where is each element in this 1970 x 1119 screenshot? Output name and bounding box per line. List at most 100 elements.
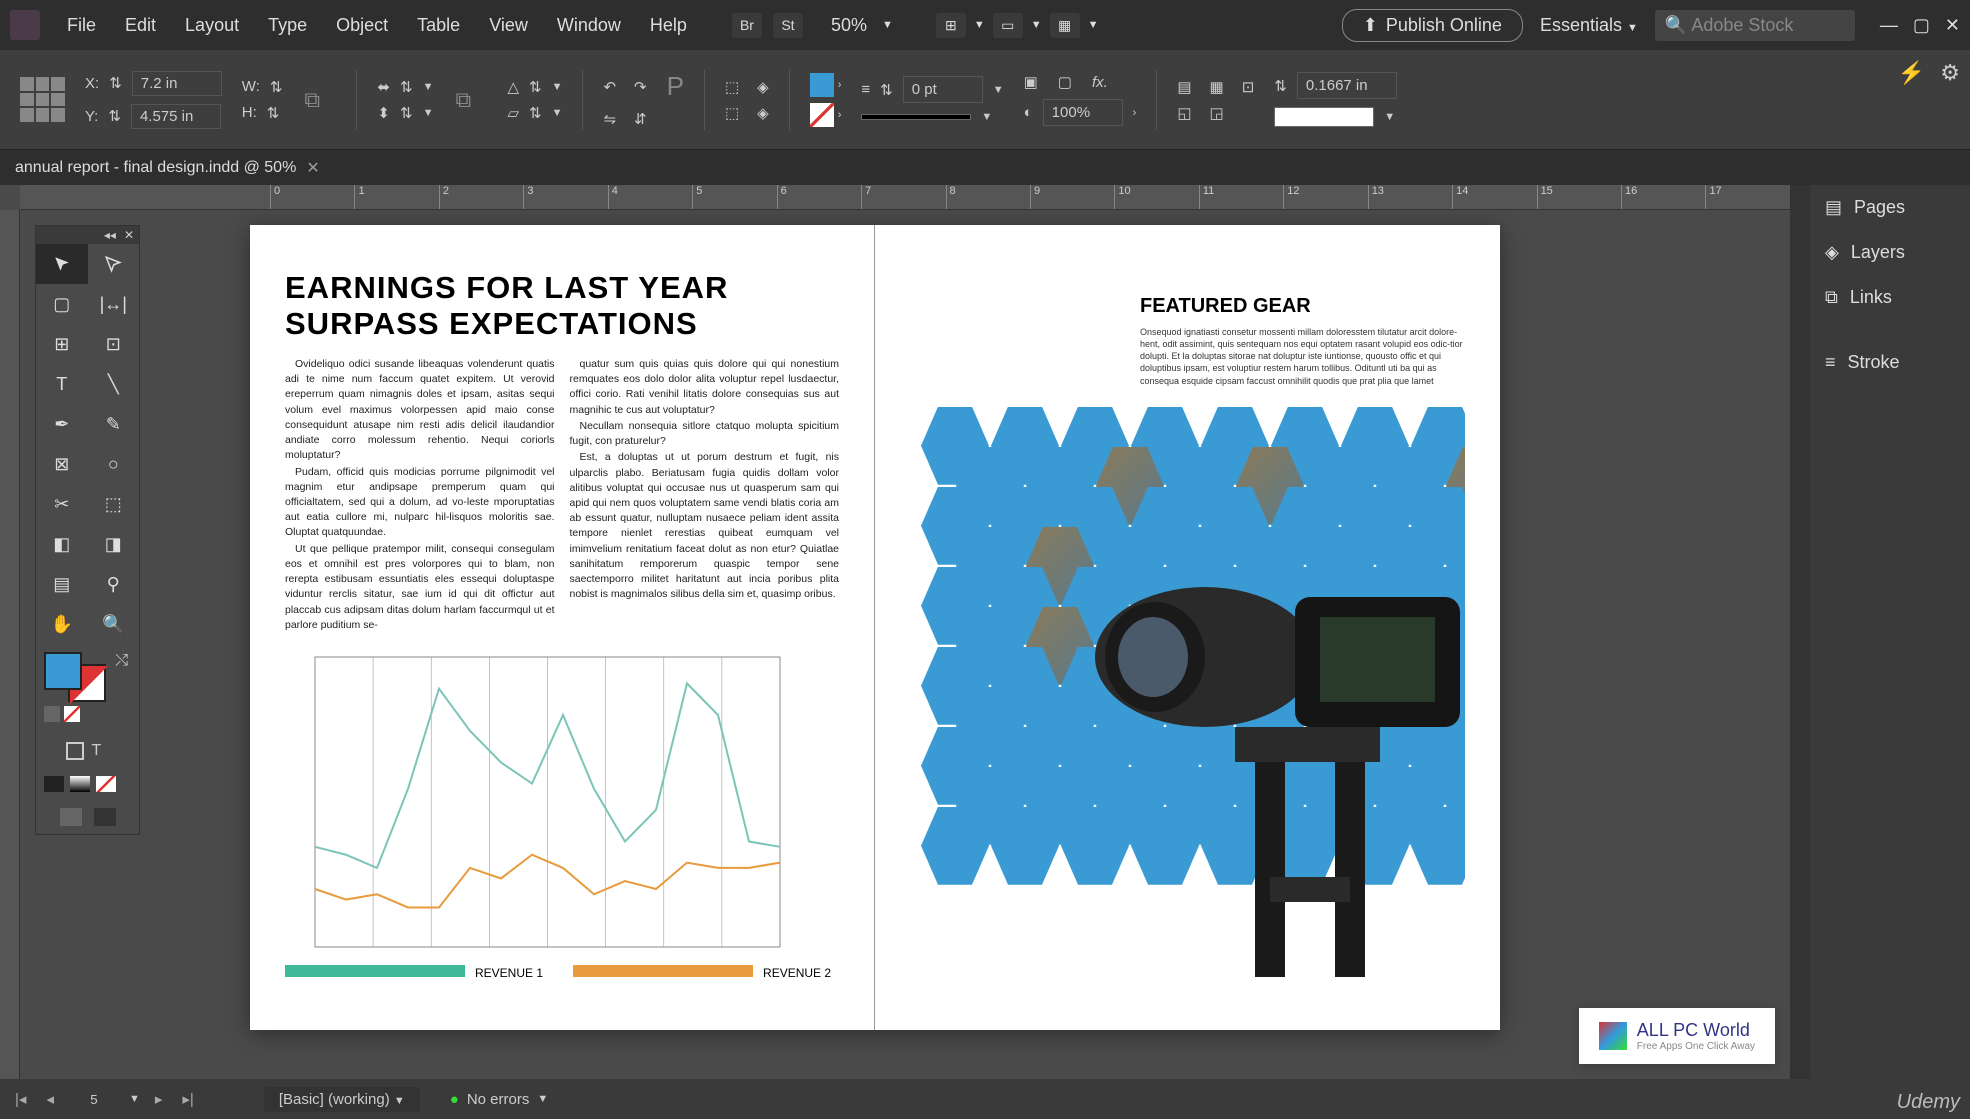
swap-colors-icon[interactable]: ⤭: [115, 652, 128, 670]
flip-h-icon[interactable]: ⇋: [603, 110, 616, 128]
quick-apply-icon[interactable]: ⚡: [1898, 60, 1925, 86]
content-collector-tool[interactable]: ⊞: [36, 324, 88, 364]
vertical-ruler[interactable]: [0, 210, 20, 1079]
frame-fit-icon[interactable]: ▢: [1058, 73, 1072, 91]
apply-none-icon-2[interactable]: [96, 776, 116, 792]
pencil-tool[interactable]: ✎: [88, 404, 140, 444]
corner-shape-select[interactable]: [1274, 107, 1374, 127]
apply-text-icon[interactable]: T: [92, 742, 110, 760]
apply-gradient-icon[interactable]: [70, 776, 90, 792]
stepper-icon[interactable]: ⇅: [1274, 77, 1287, 95]
chevron-right-icon[interactable]: ›: [838, 79, 842, 91]
chevron-down-icon[interactable]: ▼: [1031, 19, 1042, 31]
chevron-right-icon[interactable]: ›: [1133, 107, 1137, 119]
constrain-icon[interactable]: ⧉: [304, 87, 334, 112]
opacity-input[interactable]: [1043, 99, 1123, 126]
stock-icon[interactable]: St: [773, 13, 803, 38]
links-panel[interactable]: ⧉Links: [1810, 275, 1970, 320]
close-icon[interactable]: ✕: [1945, 15, 1960, 36]
layers-panel[interactable]: ◈Layers: [1810, 230, 1970, 275]
stroke-panel[interactable]: ≡Stroke: [1810, 340, 1970, 385]
eyedropper-tool[interactable]: ⚲: [88, 564, 140, 604]
type-tool[interactable]: T: [36, 364, 88, 404]
horizontal-ruler[interactable]: 01234567891011121314151617: [20, 185, 1790, 210]
stepper-icon[interactable]: ⇅: [880, 81, 893, 99]
prev-page-icon[interactable]: ◂: [41, 1090, 59, 1108]
menu-file[interactable]: File: [55, 15, 108, 36]
page-tool[interactable]: ▢: [36, 284, 88, 324]
stock-search[interactable]: 🔍 Adobe Stock: [1655, 10, 1855, 41]
stroke-weight-input[interactable]: [903, 76, 983, 103]
publish-button[interactable]: ⬆Publish Online: [1342, 9, 1523, 42]
menu-view[interactable]: View: [477, 15, 540, 36]
chevron-down-icon[interactable]: ▼: [974, 19, 985, 31]
auto-fit-icon[interactable]: ▣: [1024, 73, 1038, 91]
chevron-down-icon[interactable]: ▼: [129, 1093, 140, 1105]
stepper-icon[interactable]: ⇅: [109, 74, 122, 92]
constrain-scale-icon[interactable]: ⧉: [455, 87, 485, 112]
collapse-icon[interactable]: ◂◂: [104, 228, 116, 242]
direct-selection-tool[interactable]: [88, 244, 140, 284]
stepper-icon[interactable]: ⇅: [267, 104, 280, 122]
screen-mode-icon[interactable]: ▭: [993, 13, 1023, 38]
text-wrap-bound-icon[interactable]: ▦: [1210, 78, 1224, 96]
free-transform-tool[interactable]: ⬚: [88, 484, 140, 524]
pages-panel[interactable]: ▤Pages: [1810, 185, 1970, 230]
gradient-swatch-tool[interactable]: ◧: [36, 524, 88, 564]
zoom-select[interactable]: 50%▼: [831, 15, 893, 36]
flip-v-icon[interactable]: ⇵: [634, 110, 647, 128]
select-content-icon[interactable]: ◈: [757, 78, 769, 96]
zoom-tool[interactable]: 🔍: [88, 604, 140, 644]
stepper-icon[interactable]: ⇅: [529, 104, 542, 122]
last-page-icon[interactable]: ▸|: [177, 1090, 198, 1108]
minimize-icon[interactable]: —: [1880, 15, 1898, 36]
select-container-icon[interactable]: ⬚: [725, 78, 739, 96]
apply-none-icon[interactable]: [44, 776, 64, 792]
ellipse-tool[interactable]: ○: [88, 444, 140, 484]
corner-icon-2[interactable]: ◲: [1210, 104, 1224, 122]
select-next-icon[interactable]: ◈: [757, 104, 769, 122]
chevron-right-icon[interactable]: ›: [838, 109, 842, 121]
corner-icon[interactable]: ◱: [1177, 104, 1191, 122]
settings-icon[interactable]: ⚙: [1940, 60, 1960, 86]
scale-x-icon[interactable]: ⬌: [377, 78, 390, 96]
rotate-cw-icon[interactable]: ↷: [634, 78, 647, 96]
preflight-profile[interactable]: [Basic] (working) ▼: [264, 1087, 420, 1112]
gap-tool[interactable]: |↔|: [88, 284, 140, 324]
stepper-icon[interactable]: ⇅: [400, 104, 413, 122]
menu-type[interactable]: Type: [256, 15, 319, 36]
y-input[interactable]: [131, 104, 221, 129]
pen-tool[interactable]: ✒: [36, 404, 88, 444]
stepper-icon[interactable]: ⇅: [108, 107, 121, 125]
stepper-icon[interactable]: ⇅: [270, 78, 283, 96]
gradient-feather-tool[interactable]: ◨: [88, 524, 140, 564]
scale-y-icon[interactable]: ⬍: [377, 104, 390, 122]
selection-tool[interactable]: [36, 244, 88, 284]
rectangle-frame-tool[interactable]: ⊠: [36, 444, 88, 484]
chevron-down-icon[interactable]: ▼: [1088, 19, 1099, 31]
text-wrap-shape-icon[interactable]: ⊡: [1242, 78, 1255, 96]
preview-mode-icon[interactable]: [94, 808, 116, 826]
stepper-icon[interactable]: ⇅: [400, 78, 413, 96]
menu-layout[interactable]: Layout: [173, 15, 251, 36]
menu-window[interactable]: Window: [545, 15, 633, 36]
corner-radius-input[interactable]: [1297, 72, 1397, 99]
content-placer-tool[interactable]: ⊡: [88, 324, 140, 364]
maximize-icon[interactable]: ▢: [1913, 15, 1930, 36]
rotate-icon[interactable]: △: [507, 78, 519, 96]
apply-color-icon[interactable]: [66, 742, 84, 760]
hand-tool[interactable]: ✋: [36, 604, 88, 644]
default-colors-icon[interactable]: [44, 706, 60, 722]
formatting-container-icon[interactable]: [64, 706, 80, 722]
x-input[interactable]: [132, 71, 222, 96]
note-tool[interactable]: ▤: [36, 564, 88, 604]
scissors-tool[interactable]: ✂: [36, 484, 88, 524]
stroke-style-select[interactable]: [861, 114, 971, 120]
shear-icon[interactable]: ▱: [507, 104, 519, 122]
rotate-ccw-icon[interactable]: ↶: [603, 78, 616, 96]
fill-swatch[interactable]: [810, 73, 834, 97]
next-page-icon[interactable]: ▸: [150, 1090, 168, 1108]
stroke-swatch[interactable]: [810, 103, 834, 127]
arrange-icon[interactable]: ▦: [1050, 13, 1080, 38]
select-prev-icon[interactable]: ⬚: [725, 104, 739, 122]
